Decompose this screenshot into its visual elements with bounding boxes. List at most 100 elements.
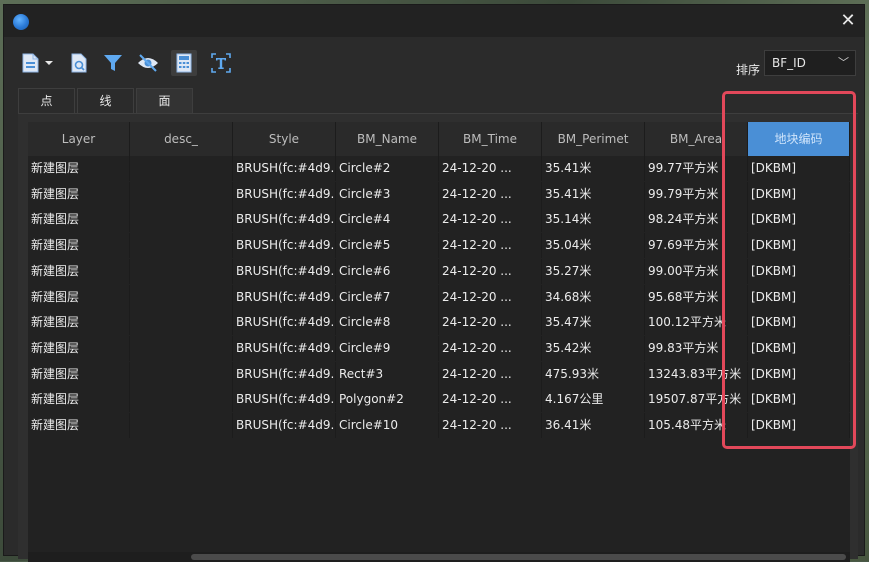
cell-dkbm[interactable]: [DKBM] [748,181,850,207]
cell-bm-area[interactable]: 13243.83平方米 [645,361,748,387]
column-header-style[interactable]: Style [233,122,336,156]
cell-bm-name[interactable]: Circle#2 [336,156,439,181]
cell-bm-area[interactable]: 19507.87平方米 [645,387,748,413]
column-header-layer[interactable]: Layer [28,122,130,156]
cell-layer[interactable]: 新建图层 [28,413,130,438]
cell-style[interactable]: BRUSH(fc:#4d9... [233,156,336,181]
cell-bm-area[interactable]: 99.00平方米 [645,258,748,284]
cell-bm-name[interactable]: Circle#5 [336,233,439,259]
cell-bm-area[interactable]: 99.77平方米 [645,156,748,181]
cell-bm-perimet[interactable]: 35.42米 [542,335,645,361]
cell-dkbm[interactable]: [DKBM] [748,284,850,310]
cell-bm-name[interactable]: Circle#7 [336,284,439,310]
table-row[interactable]: 新建图层 BRUSH(fc:#4d9... Rect#3 24-12-20 ... 47… [28,361,850,387]
cell-bm-perimet[interactable]: 35.04米 [542,233,645,259]
cell-style[interactable]: BRUSH(fc:#4d9... [233,387,336,413]
cell-desc[interactable] [130,413,233,438]
column-header-bm-area[interactable]: BM_Area [645,122,748,156]
cell-desc[interactable] [130,284,233,310]
column-header-bm-perimet[interactable]: BM_Perimet [542,122,645,156]
cell-bm-name[interactable]: Circle#4 [336,207,439,233]
cell-bm-time[interactable]: 24-12-20 ... [439,258,542,284]
filter-icon[interactable] [100,50,126,76]
cell-bm-perimet[interactable]: 35.47米 [542,310,645,336]
text-field-icon[interactable] [208,50,234,76]
cell-bm-perimet[interactable]: 35.27米 [542,258,645,284]
attribute-table[interactable]: Layer desc_ Style BM_Name BM_Time BM_Perimet B… [28,122,850,562]
cell-dkbm[interactable]: [DKBM] [748,233,850,259]
close-button[interactable]: ✕ [838,11,858,31]
cell-dkbm[interactable]: [DKBM] [748,156,850,181]
cell-bm-perimet[interactable]: 4.167公里 [542,387,645,413]
cell-desc[interactable] [130,387,233,413]
calculator-icon[interactable] [171,50,197,76]
cell-style[interactable]: BRUSH(fc:#4d9... [233,284,336,310]
cell-dkbm[interactable]: [DKBM] [748,258,850,284]
cell-layer[interactable]: 新建图层 [28,156,130,181]
table-row[interactable]: 新建图层 BRUSH(fc:#4d9... Circle#7 24-12-20 ...… [28,284,850,310]
cell-bm-time[interactable]: 24-12-20 ... [439,361,542,387]
cell-layer[interactable]: 新建图层 [28,181,130,207]
sort-select[interactable]: BF_ID ﹀ [764,50,856,76]
cell-bm-perimet[interactable]: 34.68米 [542,284,645,310]
cell-bm-area[interactable]: 97.69平方米 [645,233,748,259]
cell-style[interactable]: BRUSH(fc:#4d9... [233,335,336,361]
cell-bm-perimet[interactable]: 35.14米 [542,207,645,233]
cell-bm-area[interactable]: 105.48平方米 [645,413,748,438]
visibility-off-icon[interactable] [135,50,161,76]
table-row[interactable]: 新建图层 BRUSH(fc:#4d9... Circle#2 24-12-20 ...… [28,156,850,181]
cell-layer[interactable]: 新建图层 [28,310,130,336]
cell-bm-area[interactable]: 95.68平方米 [645,284,748,310]
cell-bm-time[interactable]: 24-12-20 ... [439,207,542,233]
tab-polygon[interactable]: 面 [136,88,193,114]
cell-layer[interactable]: 新建图层 [28,387,130,413]
cell-bm-time[interactable]: 24-12-20 ... [439,310,542,336]
tab-point[interactable]: 点 [18,88,75,114]
cell-bm-time[interactable]: 24-12-20 ... [439,387,542,413]
table-row[interactable]: 新建图层 BRUSH(fc:#4d9... Circle#8 24-12-20 ...… [28,310,850,336]
tab-line[interactable]: 线 [77,88,134,114]
cell-bm-perimet[interactable]: 36.41米 [542,413,645,438]
cell-style[interactable]: BRUSH(fc:#4d9... [233,181,336,207]
column-header-bm-name[interactable]: BM_Name [336,122,439,156]
table-row[interactable]: 新建图层 BRUSH(fc:#4d9... Circle#5 24-12-20 ...… [28,233,850,259]
cell-style[interactable]: BRUSH(fc:#4d9... [233,361,336,387]
table-row[interactable]: 新建图层 BRUSH(fc:#4d9... Circle#10 24-12-20 ..… [28,413,850,438]
cell-dkbm[interactable]: [DKBM] [748,361,850,387]
cell-bm-perimet[interactable]: 35.41米 [542,156,645,181]
cell-desc[interactable] [130,233,233,259]
cell-layer[interactable]: 新建图层 [28,335,130,361]
cell-bm-time[interactable]: 24-12-20 ... [439,233,542,259]
scrollbar-thumb[interactable] [191,554,846,560]
cell-style[interactable]: BRUSH(fc:#4d9... [233,413,336,438]
column-header-bm-time[interactable]: BM_Time [439,122,542,156]
column-header-desc[interactable]: desc_ [130,122,233,156]
cell-bm-time[interactable]: 24-12-20 ... [439,413,542,438]
cell-bm-name[interactable]: Circle#10 [336,413,439,438]
cell-desc[interactable] [130,258,233,284]
cell-bm-name[interactable]: Circle#6 [336,258,439,284]
export-document-dropdown-icon[interactable] [20,50,56,76]
cell-bm-perimet[interactable]: 475.93米 [542,361,645,387]
cell-bm-perimet[interactable]: 35.41米 [542,181,645,207]
cell-style[interactable]: BRUSH(fc:#4d9... [233,233,336,259]
document-search-icon[interactable] [66,50,92,76]
table-row[interactable]: 新建图层 BRUSH(fc:#4d9... Circle#6 24-12-20 ...… [28,258,850,284]
cell-desc[interactable] [130,156,233,181]
cell-bm-time[interactable]: 24-12-20 ... [439,284,542,310]
cell-bm-area[interactable]: 100.12平方米 [645,310,748,336]
cell-desc[interactable] [130,310,233,336]
cell-layer[interactable]: 新建图层 [28,233,130,259]
cell-bm-name[interactable]: Rect#3 [336,361,439,387]
cell-dkbm[interactable]: [DKBM] [748,310,850,336]
cell-style[interactable]: BRUSH(fc:#4d9... [233,258,336,284]
cell-dkbm[interactable]: [DKBM] [748,413,850,438]
cell-bm-time[interactable]: 24-12-20 ... [439,335,542,361]
cell-desc[interactable] [130,335,233,361]
cell-layer[interactable]: 新建图层 [28,284,130,310]
table-row[interactable]: 新建图层 BRUSH(fc:#4d9... Circle#9 24-12-20 ...… [28,335,850,361]
cell-bm-name[interactable]: Polygon#2 [336,387,439,413]
cell-style[interactable]: BRUSH(fc:#4d9... [233,310,336,336]
cell-bm-name[interactable]: Circle#3 [336,181,439,207]
cell-bm-name[interactable]: Circle#9 [336,335,439,361]
